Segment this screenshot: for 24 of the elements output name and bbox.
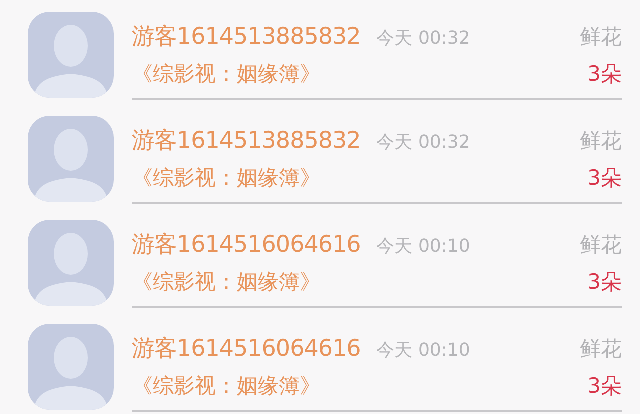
user-name: 游客1614516064616 — [132, 334, 361, 364]
avatar-icon — [28, 324, 114, 410]
gift-time: 今天 00:32 — [376, 130, 470, 154]
gift-type: 鲜花 — [580, 232, 622, 258]
avatar-icon — [28, 116, 114, 202]
gift-type: 鲜花 — [580, 336, 622, 362]
gift-time: 今天 00:10 — [376, 234, 470, 258]
work-title: 《综影视：姻缘簿》 — [132, 60, 321, 88]
gift-amount: 3朵 — [588, 164, 622, 192]
gift-type: 鲜花 — [580, 128, 622, 154]
user-name: 游客1614513885832 — [132, 22, 361, 52]
gift-amount: 3朵 — [588, 372, 622, 400]
work-title: 《综影视：姻缘簿》 — [132, 372, 321, 400]
user-name: 游客1614516064616 — [132, 230, 361, 260]
gift-time: 今天 00:10 — [376, 338, 470, 362]
work-title: 《综影视：姻缘簿》 — [132, 268, 321, 296]
avatar-icon — [28, 220, 114, 306]
gift-amount: 3朵 — [588, 268, 622, 296]
avatar-icon — [28, 12, 114, 98]
gift-amount: 3朵 — [588, 60, 622, 88]
gift-time: 今天 00:32 — [376, 26, 470, 50]
user-name: 游客1614513885832 — [132, 126, 361, 156]
work-title: 《综影视：姻缘簿》 — [132, 164, 321, 192]
gift-type: 鲜花 — [580, 24, 622, 50]
